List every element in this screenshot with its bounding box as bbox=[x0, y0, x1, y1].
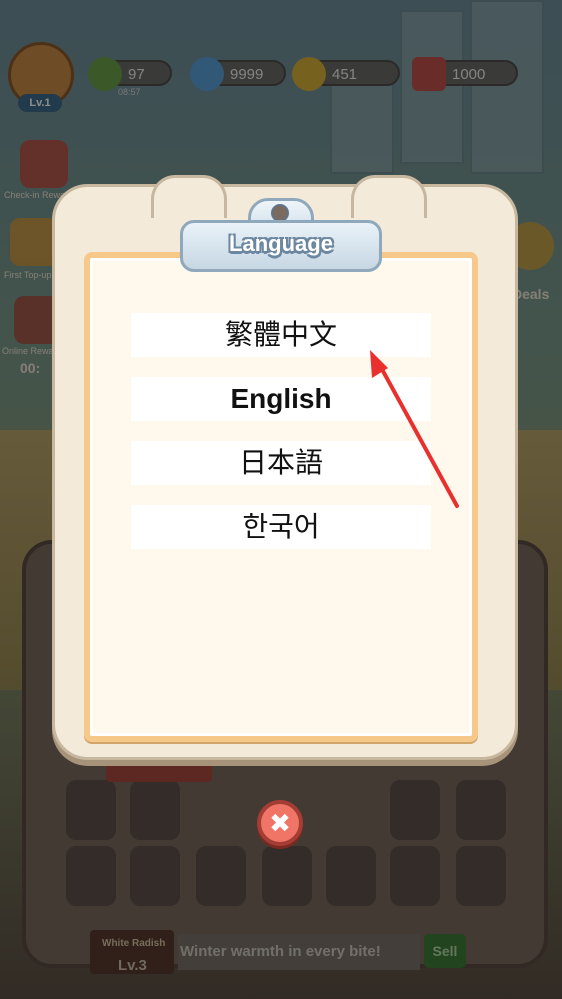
language-option-english[interactable]: English bbox=[131, 377, 431, 421]
dialog-header: Language bbox=[180, 198, 382, 274]
language-option-traditional-chinese[interactable]: 繁體中文 bbox=[131, 313, 431, 357]
language-option-korean[interactable]: 한국어 bbox=[131, 505, 431, 549]
dialog-title: Language bbox=[229, 231, 333, 256]
close-icon: ✖ bbox=[269, 808, 291, 838]
language-option-japanese[interactable]: 日本語 bbox=[131, 441, 431, 485]
close-button[interactable]: ✖ bbox=[257, 800, 303, 846]
